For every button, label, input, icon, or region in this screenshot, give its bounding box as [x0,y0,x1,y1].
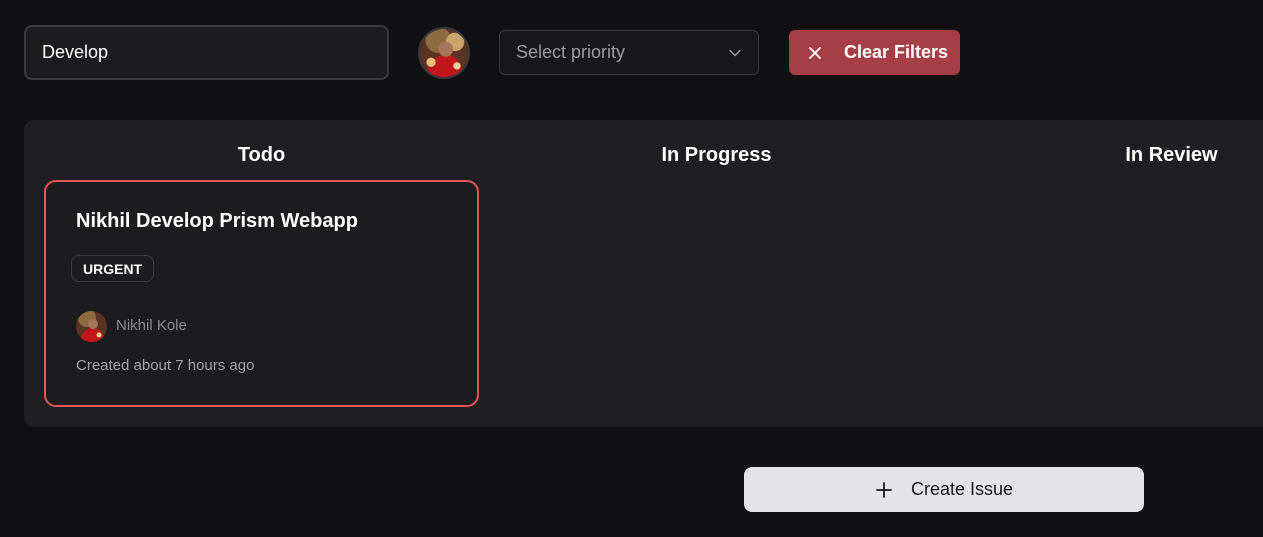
clear-filters-button[interactable]: Clear Filters [789,30,960,75]
avatar [76,311,107,342]
avatar [420,29,468,77]
create-issue-button[interactable]: Create Issue [744,467,1144,512]
column-title-in-review: In Review [1125,144,1218,166]
assignee-filter-avatar[interactable] [418,27,470,79]
priority-badge: URGENT [71,255,155,282]
plus-icon [876,481,892,498]
chevron-down-icon [729,49,741,56]
issue-card[interactable]: Nikhil Develop Prism Webapp URGENT Nikhi… [44,180,479,407]
clear-filters-label: Clear Filters [844,42,949,62]
issue-card-title: Nikhil Develop Prism Webapp [76,210,358,232]
issue-board: Todo In Progress In Review Nikhil Develo… [24,120,1263,427]
column-title-in-progress: In Progress [661,144,772,166]
close-icon [809,46,821,59]
create-issue-label: Create Issue [910,479,1014,499]
priority-select[interactable]: Select priority [499,30,759,75]
column-title-todo: Todo [237,144,286,166]
created-timestamp: Created about 7 hours ago [76,357,255,374]
search-input[interactable] [24,25,389,80]
assignee-name: Nikhil Kole [116,317,187,334]
priority-select-placeholder: Select priority [516,42,626,62]
